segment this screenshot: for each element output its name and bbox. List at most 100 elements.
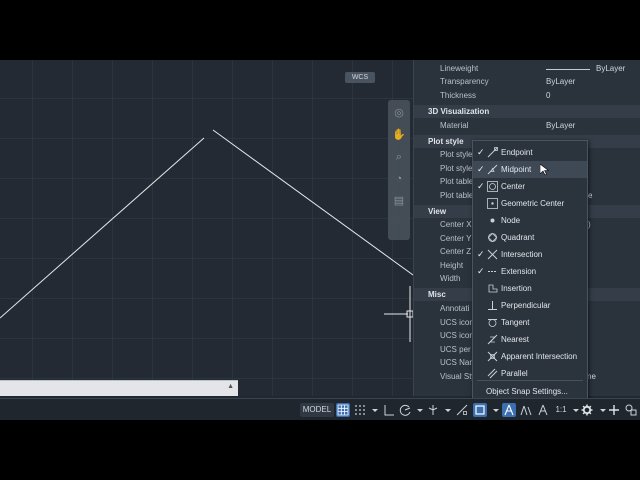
grid-toggle[interactable] — [336, 403, 350, 417]
snap-mode-toggle[interactable] — [353, 403, 367, 417]
pan-icon[interactable]: ✋ — [388, 126, 410, 144]
osnap-item-intersection[interactable]: ✓ Intersection — [473, 246, 587, 263]
prop-label: Center Z — [440, 247, 472, 256]
osnap-item-midpoint[interactable]: ✓ Midpoint — [473, 161, 587, 178]
object-snap-dropdown-arrow-icon[interactable] — [489, 403, 499, 417]
section-3d-visualization[interactable]: 3D Visualization — [414, 105, 640, 118]
auto-scale-icon — [520, 405, 532, 416]
prop-label: Material — [440, 121, 469, 130]
prop-label: Plot table — [440, 177, 474, 186]
isolate-objects-button[interactable] — [624, 403, 638, 417]
prop-label: Plot table — [440, 191, 474, 200]
prop-label: Annotati — [440, 304, 470, 313]
steering-wheel-icon[interactable]: ◎ — [388, 104, 410, 122]
annotation-scale-icon — [504, 404, 514, 416]
nearest-icon — [487, 334, 498, 345]
prop-label: Width — [440, 274, 461, 283]
menu-item-label: Nearest — [501, 335, 530, 344]
prop-row-lineweight[interactable]: Lineweight ByLayer — [414, 62, 640, 76]
snap-dots-icon — [355, 405, 365, 415]
annotation-visibility-toggle[interactable] — [502, 403, 516, 417]
lineweight-sample — [546, 69, 590, 70]
menu-item-label: Center — [501, 182, 526, 191]
menu-item-label: Quadrant — [501, 233, 535, 242]
prop-label: Transparency — [440, 77, 489, 86]
menu-item-label: Intersection — [501, 250, 543, 259]
endpoint-icon — [487, 147, 498, 158]
scale-selector[interactable]: 1:1 — [553, 403, 569, 417]
polar-dropdown-arrow-icon[interactable] — [413, 403, 423, 417]
insertion-icon — [487, 283, 498, 294]
prop-label: UCS icon — [440, 318, 474, 327]
prop-label: Center Y — [440, 234, 472, 243]
polar-toggle[interactable] — [398, 403, 412, 417]
annotation-scale-button[interactable] — [536, 403, 550, 417]
prop-label: Visual Sty — [440, 372, 476, 381]
check-icon: ✓ — [477, 164, 485, 174]
orbit-icon[interactable]: ◔ — [388, 170, 410, 188]
navigation-bar[interactable]: ◎ ✋ ⌕ ◔ ▤ — [388, 100, 410, 240]
prop-label: Lineweight — [440, 64, 479, 73]
showmotion-icon[interactable]: ▤ — [388, 192, 410, 210]
prop-label: Height — [440, 261, 464, 270]
drawing-lines — [0, 129, 413, 342]
add-button[interactable] — [607, 403, 621, 417]
osnap-item-perpendicular[interactable]: Perpendicular — [473, 297, 587, 314]
osnap-item-tangent[interactable]: Tangent — [473, 314, 587, 331]
prop-row-material[interactable]: Material ByLayer — [414, 119, 640, 133]
parallel-icon — [487, 368, 498, 379]
snap-dropdown-arrow-icon[interactable] — [368, 403, 378, 417]
menu-item-label: Perpendicular — [501, 301, 551, 310]
prop-value: ByLayer — [596, 64, 626, 73]
ortho-icon — [384, 405, 394, 416]
isodraft-toggle[interactable] — [426, 403, 440, 417]
menu-item-label: Midpoint — [501, 165, 532, 174]
model-space-button[interactable]: MODEL — [300, 403, 334, 417]
isodraft-dropdown-arrow-icon[interactable] — [441, 403, 451, 417]
object-snap-tracking-icon — [456, 404, 468, 416]
object-snap-menu: ✓ Endpoint ✓ Midpoint ✓ Center Geometric Cente… — [472, 140, 588, 404]
workspace-dropdown-arrow-icon[interactable] — [596, 403, 606, 417]
object-snap-icon — [475, 405, 485, 415]
apparent-intersection-icon — [487, 351, 498, 362]
object-snap-tracking-toggle[interactable] — [455, 403, 469, 417]
command-line[interactable]: ▲ — [0, 380, 238, 396]
osnap-item-extension[interactable]: ✓ Extension — [473, 263, 587, 280]
osnap-item-apparent-intersection[interactable]: Apparent Intersection — [473, 348, 587, 365]
zoom-icon[interactable]: ⌕ — [388, 148, 410, 166]
osnap-item-geometric-center[interactable]: Geometric Center — [473, 195, 587, 212]
wcs-badge[interactable]: WCS — [345, 72, 375, 83]
annotation-icon — [538, 404, 548, 416]
osnap-item-endpoint[interactable]: ✓ Endpoint — [473, 144, 587, 161]
midpoint-icon — [487, 164, 498, 175]
line-left[interactable] — [0, 137, 205, 319]
menu-item-label: Geometric Center — [501, 199, 565, 208]
menu-item-label: Endpoint — [501, 148, 533, 157]
autocad-window: WCS ◎ ✋ ⌕ ◔ ▤ ▲ Lineweight ByLayer Trans… — [0, 60, 640, 420]
ortho-toggle[interactable] — [382, 403, 396, 417]
auto-scale-toggle[interactable] — [519, 403, 533, 417]
prop-value: 0 — [546, 91, 551, 100]
drawing-canvas[interactable]: WCS ◎ ✋ ⌕ ◔ ▤ ▲ — [0, 60, 413, 396]
center-icon — [487, 181, 498, 192]
menu-item-label: Insertion — [501, 284, 532, 293]
prop-row-transparency[interactable]: Transparency ByLayer — [414, 75, 640, 89]
perpendicular-icon — [487, 300, 498, 311]
menu-item-label: Tangent — [501, 318, 530, 327]
object-snap-toggle[interactable] — [473, 403, 487, 417]
quadrant-icon — [487, 232, 498, 243]
prop-value: ByLayer — [546, 77, 576, 86]
prop-row-thickness[interactable]: Thickness 0 — [414, 89, 640, 103]
osnap-item-insertion[interactable]: Insertion — [473, 280, 587, 297]
menu-item-label: Node — [501, 216, 521, 225]
line-right[interactable] — [212, 129, 413, 276]
check-icon: ✓ — [477, 181, 485, 191]
command-history-arrow-icon[interactable]: ▲ — [227, 383, 234, 390]
osnap-item-nearest[interactable]: Nearest — [473, 331, 587, 348]
status-bar: MODEL 1:1 — [0, 398, 640, 420]
scale-dropdown-arrow-icon[interactable] — [569, 403, 579, 417]
workspace-switch-button[interactable] — [580, 403, 594, 417]
osnap-item-center[interactable]: ✓ Center — [473, 178, 587, 195]
osnap-item-quadrant[interactable]: Quadrant — [473, 229, 587, 246]
osnap-item-node[interactable]: Node — [473, 212, 587, 229]
